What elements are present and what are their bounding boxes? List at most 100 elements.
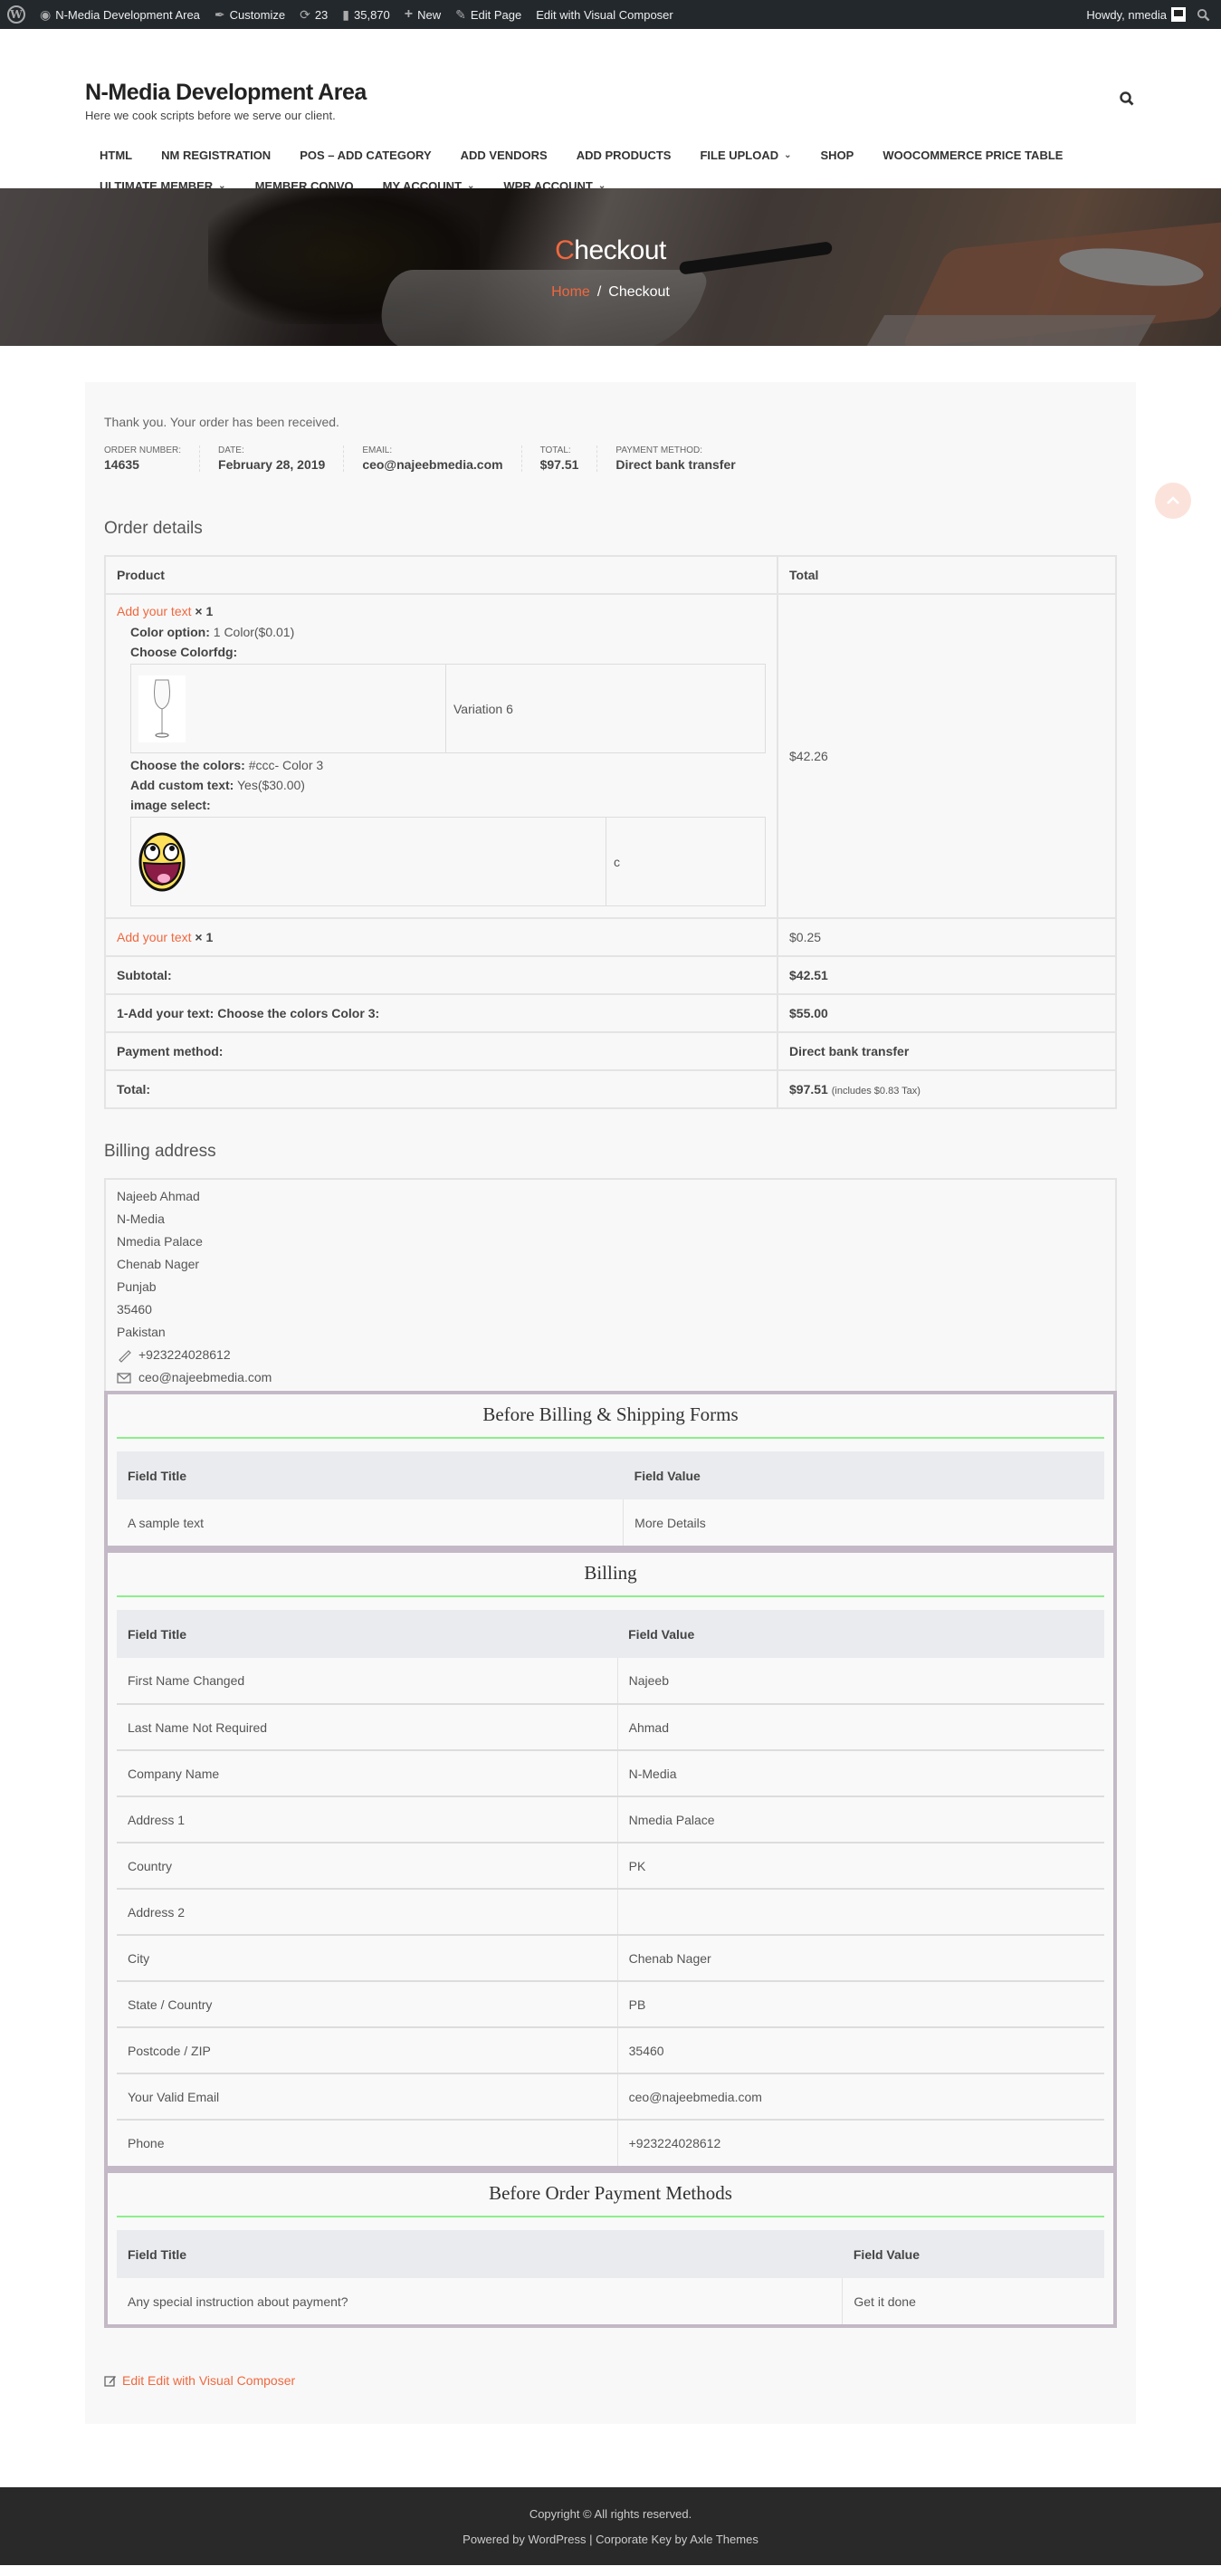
nav-item-file-upload[interactable]: FILE UPLOAD ⌄ xyxy=(685,148,806,162)
comments-link[interactable]: ▮ 35,870 xyxy=(342,7,389,23)
product-link[interactable]: Add your text xyxy=(117,604,192,618)
meta-label: Choose Colorfdg: xyxy=(130,645,238,659)
field-value-cell: N-Media xyxy=(617,1750,1104,1797)
table-row: Address 1 Nmedia Palace xyxy=(117,1796,1104,1843)
thank-you-message: Thank you. Your order has been received. xyxy=(104,415,339,429)
field-value-cell xyxy=(617,1889,1104,1936)
copyright-text: Copyright © All rights reserved. xyxy=(529,2507,692,2521)
edit-with-visual-composer-link[interactable]: Edit Edit with Visual Composer xyxy=(104,2373,1117,2388)
fee-row: 1-Add your text: Choose the colors Color… xyxy=(104,993,1117,1033)
howdy-label: Howdy, nmedia xyxy=(1086,7,1167,22)
meta-choose-colorfdg: Choose Colorfdg: xyxy=(117,642,766,662)
section-title: Before Order Payment Methods xyxy=(108,2169,1113,2216)
nav-item-add-vendors[interactable]: ADD VENDORS xyxy=(446,148,562,162)
field-value-cell: Nmedia Palace xyxy=(617,1796,1104,1843)
nav-item-nm-registration[interactable]: NM REGISTRATION xyxy=(147,148,285,162)
chevron-up-icon xyxy=(1167,496,1179,504)
wine-glass-image xyxy=(138,675,186,742)
order-email-label: EMAIL: xyxy=(362,445,393,455)
variation-image-cell xyxy=(130,664,446,753)
nav-item-add-products[interactable]: ADD PRODUCTS xyxy=(562,148,686,162)
field-title-cell: Your Valid Email xyxy=(117,2073,618,2121)
table-header-row: Product Total xyxy=(104,555,1117,595)
table-row: Your Valid Email ceo@najeebmedia.com xyxy=(117,2073,1104,2121)
site-title[interactable]: N-Media Development Area xyxy=(85,80,367,106)
field-title-cell: State / Country xyxy=(117,1981,618,2028)
meta-label: Color option: xyxy=(130,625,210,639)
order-email-value: ceo@najeebmedia.com xyxy=(362,457,503,472)
order-overview: ORDER NUMBER: 14635 DATE: February 28, 2… xyxy=(104,445,1117,472)
content-wrapper: Thank you. Your order has been received.… xyxy=(0,346,1221,2487)
order-date: DATE: February 28, 2019 xyxy=(200,445,345,472)
table-row: Address 2 xyxy=(117,1889,1104,1936)
order-received-content: Thank you. Your order has been received.… xyxy=(85,382,1136,2424)
edit-link-label: Edit Edit with Visual Composer xyxy=(122,2373,296,2388)
theme-link[interactable]: Corporate Key xyxy=(596,2533,672,2546)
grand-total-cell: $97.51 (includes $0.83 Tax) xyxy=(777,1069,1117,1109)
site-name-menu[interactable]: ◉ N-Media Development Area xyxy=(40,7,200,23)
comments-count: 35,870 xyxy=(354,7,390,22)
my-account-menu[interactable]: Howdy, nmedia xyxy=(1086,7,1186,22)
site-name-label: N-Media Development Area xyxy=(55,7,200,22)
updates-link[interactable]: ⟳ 23 xyxy=(300,7,328,23)
powered-by-line: Powered by WordPress | Corporate Key by … xyxy=(0,2527,1221,2552)
order-number: ORDER NUMBER: 14635 xyxy=(104,445,201,472)
address-line: Najeeb Ahmad xyxy=(117,1189,200,1203)
edit-page-label: Edit Page xyxy=(470,7,522,22)
meta-choose-colors: Choose the colors: #ccc- Color 3 xyxy=(117,755,766,775)
smiley-image xyxy=(138,828,186,895)
edit-vc-label: Edit with Visual Composer xyxy=(536,7,673,22)
grand-total-label: Total: xyxy=(104,1069,778,1109)
order-total-value: $97.51 xyxy=(539,457,579,472)
nav-item-shop[interactable]: SHOP xyxy=(806,148,869,162)
header-search-button[interactable] xyxy=(1119,91,1135,107)
product-link[interactable]: Add your text xyxy=(117,930,192,944)
pencil-icon: ✎ xyxy=(455,6,466,22)
brush-icon: ✒ xyxy=(214,6,225,22)
nav-item-woocommerce-price-table[interactable]: WOOCOMMERCE PRICE TABLE xyxy=(868,148,1077,162)
new-content-link[interactable]: + New xyxy=(405,6,441,23)
order-total-label: TOTAL: xyxy=(539,445,571,455)
field-value-cell: PK xyxy=(617,1843,1104,1890)
nav-item-label: HTML xyxy=(100,148,133,162)
customize-link[interactable]: ✒ Customize xyxy=(215,7,285,23)
section-title: Billing xyxy=(108,1549,1113,1595)
nav-row-1: HTML NM REGISTRATION POS – ADD CATEGORY ADD… xyxy=(85,139,1135,170)
variation-image-table: Variation 6 xyxy=(130,664,766,753)
address-line: Nmedia Palace xyxy=(117,1234,203,1249)
scroll-to-top-button[interactable] xyxy=(1155,483,1191,519)
breadcrumb-current: Checkout xyxy=(608,284,670,300)
breadcrumb-home-link[interactable]: Home xyxy=(551,284,590,300)
powered-prefix: Powered by xyxy=(463,2533,529,2546)
wordpress-link[interactable]: WordPress xyxy=(528,2533,586,2546)
updates-count: 23 xyxy=(314,7,329,22)
wp-logo-menu[interactable]: W xyxy=(7,5,25,24)
order-details-heading: Order details xyxy=(104,519,203,538)
nav-item-html[interactable]: HTML xyxy=(85,148,147,162)
customize-label: Customize xyxy=(229,7,286,22)
tax-note: (includes $0.83 Tax) xyxy=(831,1086,921,1096)
search-icon xyxy=(1120,91,1134,106)
payment-method-value: Direct bank transfer xyxy=(777,1031,1117,1071)
admin-search-button[interactable] xyxy=(1197,8,1210,22)
table-header-row: Field Title Field Value xyxy=(117,1451,1104,1499)
field-title-cell: Address 1 xyxy=(117,1796,618,1843)
field-value-header: Field Value xyxy=(617,1610,1104,1658)
nav-item-pos-add-category[interactable]: POS – ADD CATEGORY xyxy=(285,148,445,162)
meta-value: 1 Color($0.01) xyxy=(213,625,295,639)
field-title-cell: Address 2 xyxy=(117,1889,618,1936)
field-title-cell: City xyxy=(117,1935,618,1982)
fee-value: $55.00 xyxy=(777,993,1117,1033)
theme-author-link[interactable]: Axle Themes xyxy=(690,2533,758,2546)
order-item-product: Add your text × 1 xyxy=(104,917,778,957)
meta-value: #ccc- Color 3 xyxy=(248,758,324,772)
address-line: Punjab xyxy=(117,1279,157,1294)
meta-label: image select: xyxy=(130,798,211,812)
billing-phone-value: +923224028612 xyxy=(138,1347,231,1362)
field-title-cell: Company Name xyxy=(117,1750,618,1797)
edit-vc-link[interactable]: Edit with Visual Composer xyxy=(536,8,673,22)
page-banner: Checkout Home / Checkout xyxy=(0,188,1221,346)
billing-address: Najeeb Ahmad N-Media Nmedia Palace Chena… xyxy=(104,1178,1117,1391)
edit-page-link[interactable]: ✎ Edit Page xyxy=(455,7,521,23)
table-row: Postcode / ZIP 35460 xyxy=(117,2027,1104,2074)
